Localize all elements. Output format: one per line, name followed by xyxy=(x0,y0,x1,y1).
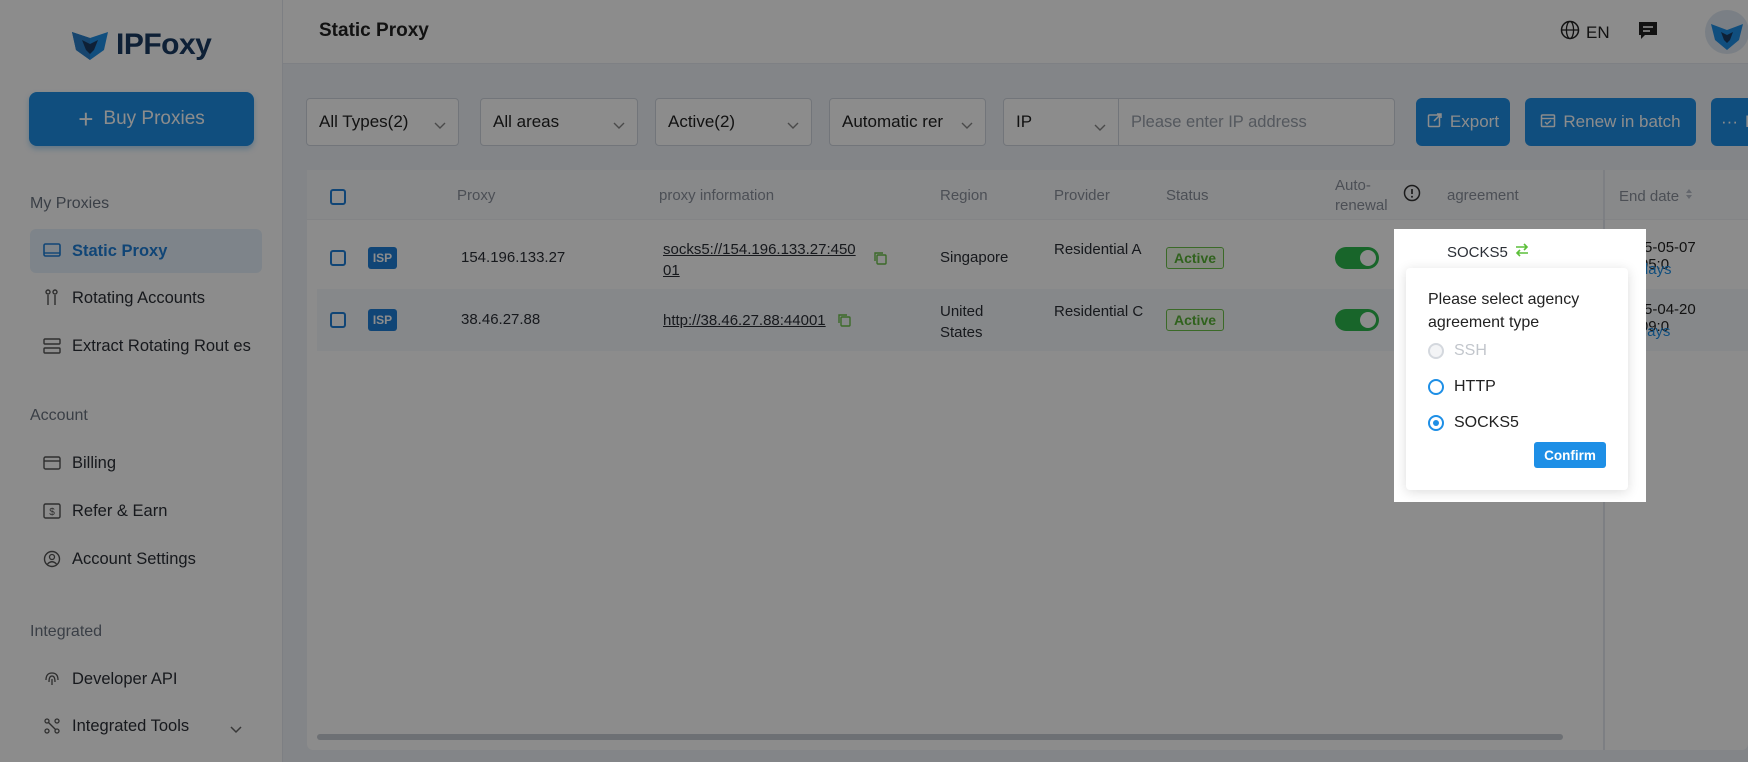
option-socks5-label: SOCKS5 xyxy=(1454,414,1519,431)
option-ssh: SSH xyxy=(1428,342,1487,360)
option-http[interactable]: HTTP xyxy=(1428,378,1496,396)
radio-socks5[interactable] xyxy=(1428,415,1444,431)
option-http-label: HTTP xyxy=(1454,378,1496,395)
radio-http[interactable] xyxy=(1428,379,1444,395)
option-ssh-label: SSH xyxy=(1454,342,1487,359)
radio-ssh xyxy=(1428,343,1444,359)
confirm-button[interactable]: Confirm xyxy=(1534,442,1606,468)
popover-title: Please select agency agreement type xyxy=(1428,291,1580,331)
option-socks5[interactable]: SOCKS5 xyxy=(1428,414,1519,432)
switch-arrows-icon[interactable] xyxy=(1514,242,1530,262)
agreement-popover: Please select agency agreement type SSH … xyxy=(1406,268,1628,490)
agreement-cell[interactable]: SOCKS5 xyxy=(1447,242,1530,262)
agreement-value: SOCKS5 xyxy=(1447,243,1508,261)
